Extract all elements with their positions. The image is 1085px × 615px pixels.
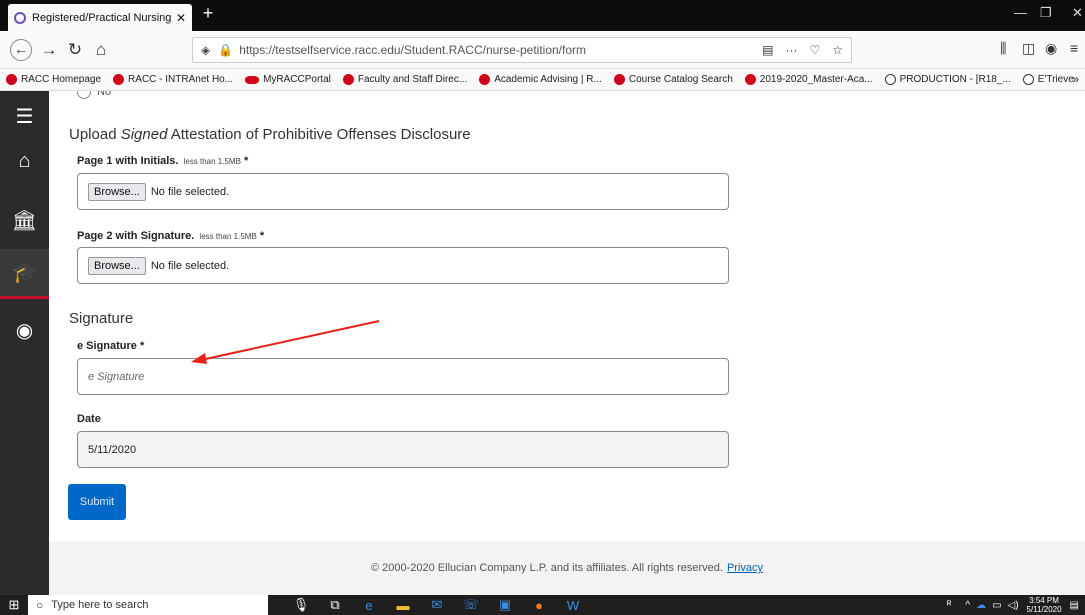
library-icon[interactable]: ⫼: [1000, 40, 1006, 57]
tray-chevron-icon[interactable]: ^: [965, 600, 970, 611]
bookmark-item[interactable]: PRODUCTION - [R18_...: [884, 74, 1011, 85]
page2-browse-button[interactable]: Browse...: [88, 256, 146, 275]
racc-logo-icon: [744, 74, 756, 85]
hamburger-menu-icon[interactable]: ☰: [0, 91, 49, 141]
page1-label: Page 1 with Initials. less than 1.5MB *: [77, 155, 249, 167]
bookmark-item[interactable]: MyRACCPortal: [245, 74, 331, 85]
page2-file-input[interactable]: Browse... No file selected.: [77, 247, 729, 284]
radio-label: No: [97, 91, 112, 98]
bookmark-item[interactable]: Academic Advising | R...: [479, 74, 602, 85]
radio-circle[interactable]: [77, 91, 91, 99]
bookmarks-toolbar: RACC Homepage RACC - INTRAnet Ho... MyRA…: [0, 69, 1085, 91]
racc-logo-icon: [613, 74, 625, 85]
bookmark-item[interactable]: 2019-2020_Master-Aca...: [744, 74, 873, 85]
taskbar-clock[interactable]: 3:54 PM 5/11/2020: [1027, 596, 1062, 614]
reader-view-icon[interactable]: ▤: [762, 43, 773, 57]
reload-icon[interactable]: ↻: [64, 39, 86, 61]
page2-file-status: No file selected.: [150, 259, 230, 272]
windows-taskbar: ⊞ ○ Type here to search 🎙 ⧉ e ▬ ✉ ☏ ▣ ● …: [0, 595, 1085, 615]
tab-close-icon[interactable]: ✕: [176, 11, 186, 25]
file-explorer-icon[interactable]: ▬: [386, 598, 420, 613]
portal-logo-icon: [245, 75, 260, 84]
sidebar-toggle-icon[interactable]: ◫: [1022, 40, 1035, 57]
date-field: 5/11/2020: [77, 431, 729, 468]
upload-section-title: Upload Signed Attestation of Prohibitive…: [69, 126, 471, 143]
site-favicon-icon: [14, 11, 26, 24]
network-icon[interactable]: ▭: [992, 600, 1001, 611]
academics-nav-icon[interactable]: 🎓: [0, 249, 49, 299]
lock-warning-icon: 🔒: [218, 43, 234, 57]
forward-icon[interactable]: →: [38, 39, 60, 61]
firefox-icon[interactable]: ●: [522, 598, 556, 613]
zoom-icon[interactable]: ▣: [488, 597, 522, 613]
task-view-icon[interactable]: ⧉: [318, 597, 352, 613]
main-content: No Upload Signed Attestation of Prohibit…: [49, 91, 1085, 595]
page-actions-icon[interactable]: ···: [785, 43, 797, 57]
finance-nav-icon[interactable]: 🏛: [0, 195, 49, 245]
more-bookmarks-icon[interactable]: »: [1072, 72, 1079, 86]
submit-button[interactable]: Submit: [68, 484, 126, 520]
esignature-label: e Signature *: [77, 340, 145, 352]
racc-logo-icon: [6, 74, 17, 85]
outlook-icon[interactable]: ✉: [420, 597, 454, 613]
date-label: Date: [77, 413, 101, 425]
racc-logo-icon: [479, 74, 491, 85]
browser-tab-bar: Registered/Practical Nursing Pe ✕ + — ❐ …: [0, 0, 1085, 31]
menu-icon[interactable]: ≡: [1070, 40, 1078, 56]
browser-nav-bar: ← → ↻ ⌂ ◈ 🔒 https://testselfservice.racc…: [0, 31, 1085, 69]
page1-file-status: No file selected.: [150, 185, 230, 198]
page1-file-input[interactable]: Browse... No file selected.: [77, 173, 729, 210]
home-icon[interactable]: ⌂: [90, 39, 112, 61]
page-footer: © 2000-2020 Ellucian Company L.P. and it…: [49, 541, 1085, 595]
account-icon[interactable]: ◉: [1045, 40, 1057, 57]
restore-icon[interactable]: ❐: [1040, 5, 1052, 21]
pocket-icon[interactable]: ♡: [809, 43, 820, 57]
shield-icon: ◈: [201, 43, 211, 57]
copyright-text: © 2000-2020 Ellucian Company L.P. and it…: [370, 562, 723, 574]
bookmark-item[interactable]: RACC - INTRAnet Ho...: [113, 74, 233, 85]
onedrive-icon[interactable]: ☁: [976, 600, 986, 611]
bookmark-star-icon[interactable]: ☆: [832, 43, 843, 57]
page2-label: Page 2 with Signature. less than 1.5MB *: [77, 230, 265, 242]
user-profile-icon[interactable]: ◉: [0, 305, 49, 355]
globe-icon: [1022, 74, 1034, 85]
close-window-icon[interactable]: ✕: [1072, 5, 1083, 21]
windows-start-icon[interactable]: ⊞: [0, 597, 28, 613]
volume-icon[interactable]: ◁): [1008, 600, 1019, 611]
word-icon[interactable]: W: [556, 598, 590, 613]
radio-option-no[interactable]: No: [77, 91, 111, 99]
system-tray: ᴿ ^ ☁ ▭ ◁) 3:54 PM 5/11/2020 ▤: [947, 595, 1085, 615]
tab-title: Registered/Practical Nursing Pe: [32, 11, 172, 24]
browser-tab[interactable]: Registered/Practical Nursing Pe ✕: [8, 4, 192, 31]
notifications-icon[interactable]: ▤: [1070, 600, 1079, 611]
back-icon[interactable]: ←: [10, 39, 32, 61]
new-tab-button[interactable]: +: [197, 3, 219, 24]
phone-icon[interactable]: ☏: [454, 597, 488, 613]
privacy-link[interactable]: Privacy: [727, 562, 763, 574]
microphone-icon[interactable]: 🎙: [284, 597, 318, 613]
app-sidebar: ☰ ⌂ 🏛 🎓 ◉: [0, 91, 49, 595]
taskbar-search-text: Type here to search: [51, 599, 149, 611]
cortana-icon: ○: [36, 598, 44, 612]
racc-logo-icon: [113, 74, 125, 85]
people-icon[interactable]: ᴿ: [947, 600, 952, 611]
taskbar-search[interactable]: ○ Type here to search: [28, 595, 268, 615]
esignature-input[interactable]: [77, 358, 729, 395]
signature-section-title: Signature: [69, 310, 134, 327]
page1-browse-button[interactable]: Browse...: [88, 182, 146, 201]
bookmark-item[interactable]: Faculty and Staff Direc...: [342, 74, 467, 85]
racc-logo-icon: [342, 74, 354, 85]
bookmark-item[interactable]: E'Trieve: [1022, 74, 1074, 85]
globe-icon: [884, 74, 896, 85]
url-bar[interactable]: ◈ 🔒 https://testselfservice.racc.edu/Stu…: [192, 37, 852, 63]
annotation-arrow-icon: [191, 320, 380, 364]
bookmark-item[interactable]: RACC Homepage: [6, 74, 101, 85]
minimize-icon[interactable]: —: [1014, 5, 1027, 20]
date-value: 5/11/2020: [88, 443, 137, 456]
edge-icon[interactable]: e: [352, 598, 386, 613]
url-text: https://testselfservice.racc.edu/Student…: [239, 43, 587, 57]
home-nav-icon[interactable]: ⌂: [0, 136, 49, 186]
bookmark-item[interactable]: Course Catalog Search: [613, 74, 733, 85]
